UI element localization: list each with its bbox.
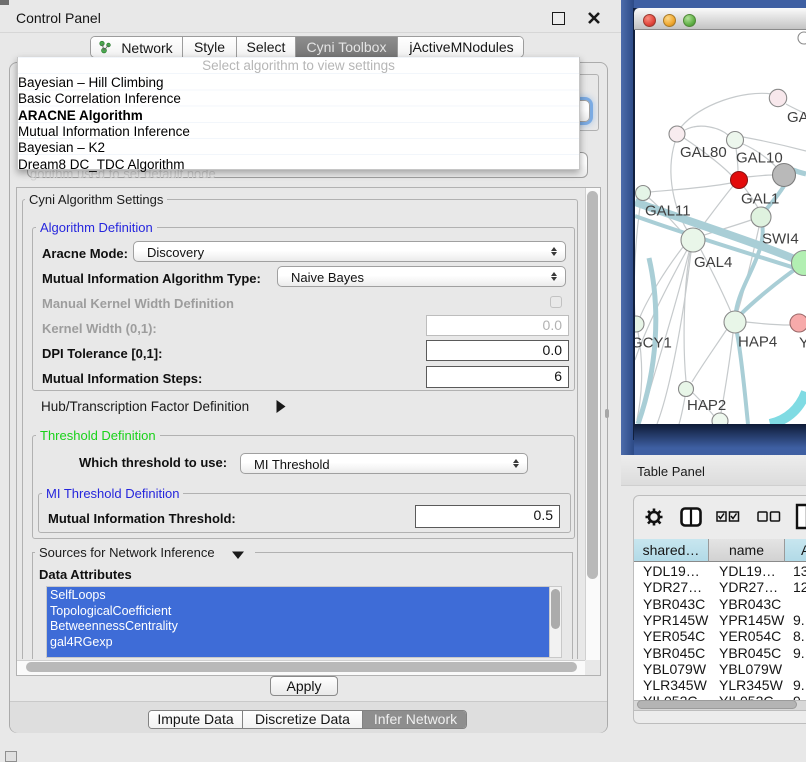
svg-text:SWI4: SWI4 [762, 230, 799, 247]
svg-text:HAP2: HAP2 [687, 397, 726, 414]
svg-text:GAL80: GAL80 [680, 144, 727, 161]
svg-text:GAL: GAL [787, 109, 806, 126]
svg-text:HAP4: HAP4 [738, 334, 777, 351]
svg-text:GCY1: GCY1 [635, 334, 672, 351]
svg-text:GAL11: GAL11 [645, 203, 691, 220]
svg-text:Y: Y [799, 334, 806, 351]
svg-text:GAL10: GAL10 [736, 150, 783, 167]
svg-text:GAL4: GAL4 [694, 254, 732, 271]
svg-text:GAL1: GAL1 [741, 190, 779, 207]
